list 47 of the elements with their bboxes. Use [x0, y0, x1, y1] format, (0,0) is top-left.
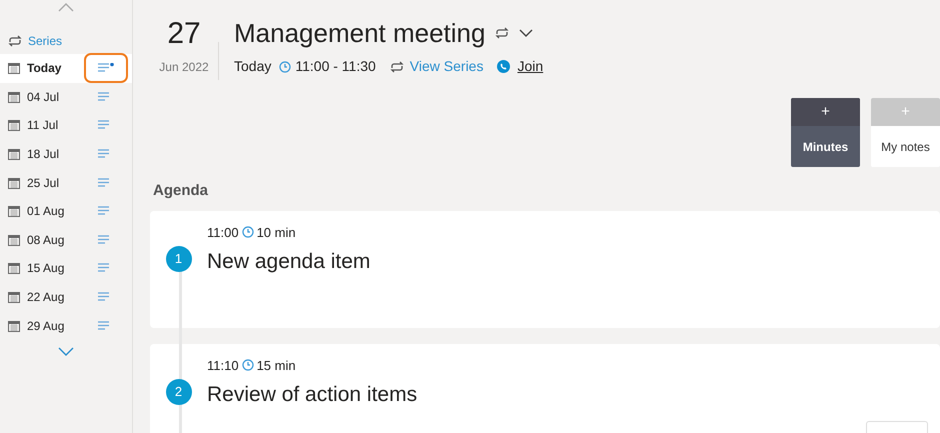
clock-icon [279, 60, 292, 72]
repeat-icon [495, 27, 510, 39]
date-item[interactable]: 29 Aug [0, 311, 132, 340]
calendar-icon [8, 176, 20, 189]
date-item[interactable]: 15 Aug [0, 254, 132, 283]
notes-icon[interactable] [98, 63, 114, 74]
date-month: Jun 2022 [159, 59, 209, 76]
item-duration: 10 min [256, 224, 296, 242]
date-item[interactable]: 11 Jul [0, 111, 132, 140]
repeat-icon [390, 60, 404, 72]
item-duration: 15 min [256, 356, 296, 374]
notes-tab[interactable]: + Minutes [791, 98, 860, 167]
item-number: 1 [166, 246, 192, 272]
calendar-icon [8, 119, 20, 132]
join-link[interactable]: Join [517, 56, 544, 77]
chevron-down-icon[interactable] [519, 29, 534, 37]
item-title: Review of action items [207, 382, 418, 408]
meeting-day: Today [234, 56, 272, 77]
date-item[interactable]: 01 Aug [0, 196, 132, 226]
agenda-heading: Agenda [153, 181, 210, 201]
date-item[interactable]: 22 Aug [0, 282, 132, 312]
calendar-icon [8, 291, 20, 304]
notes-tab[interactable]: + My notes [871, 98, 940, 167]
calendar-icon [8, 262, 20, 274]
item-title: New agenda item [207, 249, 370, 275]
item-number: 2 [166, 378, 192, 404]
calendar-icon [8, 320, 20, 332]
date-item[interactable]: 08 Aug [0, 226, 132, 254]
meeting-time: 11:00 - 11:30 [295, 57, 376, 76]
date-item[interactable]: 18 Jul [0, 140, 132, 168]
date-item[interactable]: Today [0, 54, 132, 83]
calendar-icon [8, 205, 20, 218]
calendar-icon [8, 90, 20, 103]
calendar-icon [8, 234, 20, 246]
phone-icon [497, 60, 510, 73]
clock-icon [242, 226, 254, 238]
calendar-icon [8, 62, 20, 74]
meeting-title: Management meeting [234, 17, 486, 50]
repeat-icon [8, 35, 22, 47]
chevron-up-icon[interactable] [58, 3, 74, 12]
clock-icon [242, 359, 254, 372]
calendar-icon [8, 148, 20, 160]
date-item[interactable]: 25 Jul [0, 168, 132, 197]
item-start: 11:10 [207, 356, 239, 374]
date-day: 27 [167, 16, 201, 52]
item-start: 11:00 [207, 224, 239, 242]
date-item[interactable]: 04 Jul [0, 82, 132, 112]
